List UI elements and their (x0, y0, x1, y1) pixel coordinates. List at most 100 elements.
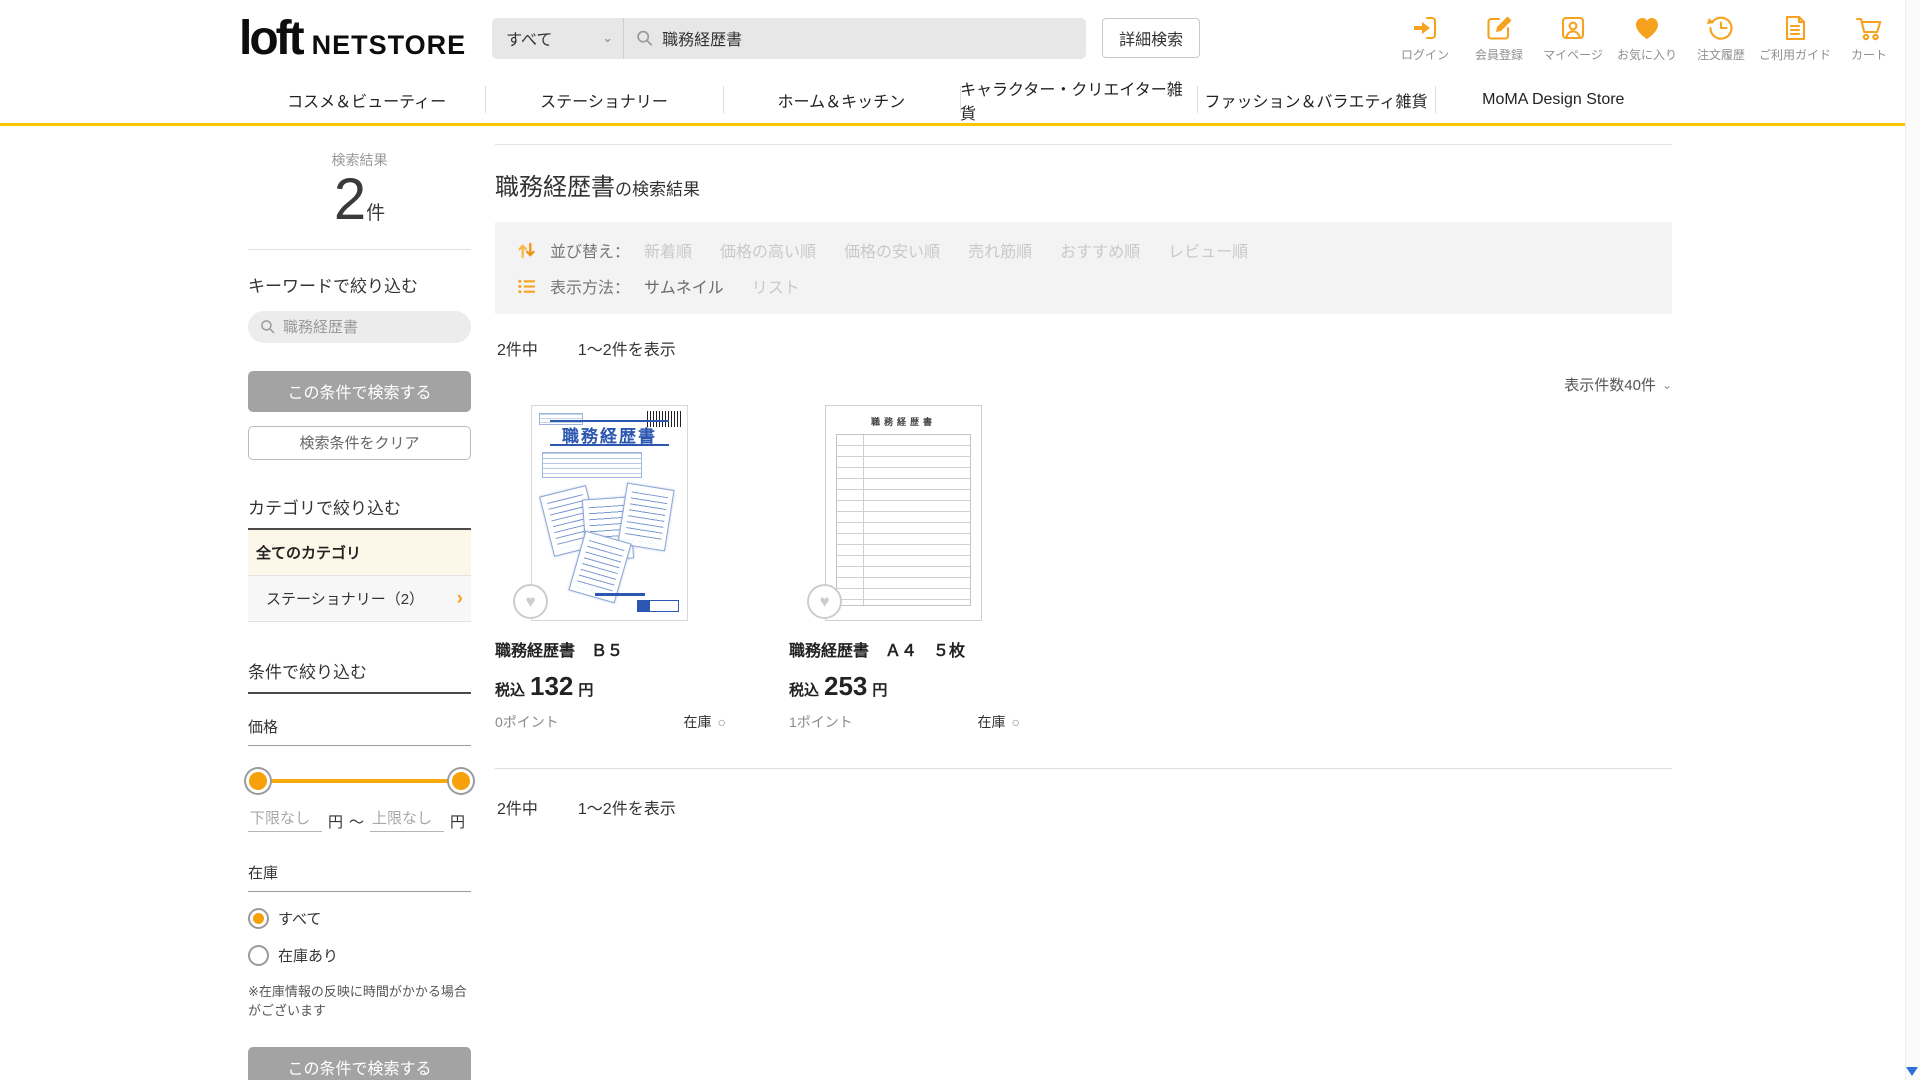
nav-cosmetics[interactable]: コスメ＆ビューティー (248, 76, 485, 123)
clear-filter-button-top[interactable]: 検索条件をクリア (248, 426, 471, 460)
result-count-unit: 件 (366, 203, 385, 224)
guide-icon (1780, 13, 1810, 43)
small-caption-line (595, 593, 645, 596)
result-count-total: 2件中 (497, 336, 538, 360)
stock-option-all[interactable]: すべて (248, 908, 471, 929)
product-meta: 0ポイント 在庫 ○ (495, 712, 726, 732)
product-card-2[interactable]: 職務経歴書 ♥ 職務経歴書 Ａ４ ５枚 税込 253 円 (789, 405, 1020, 732)
result-count-range: 1～2件を表示 (578, 795, 676, 819)
stock-status: 在庫 ○ (978, 712, 1020, 732)
chevron-right-icon: › (457, 589, 463, 608)
sort-option-newest[interactable]: 新着順 (644, 238, 692, 262)
view-option-list[interactable]: リスト (752, 274, 800, 298)
register-link[interactable]: 会員登録 (1466, 13, 1532, 63)
per-page-select[interactable]: 表示件数40件 ⌄ (1564, 374, 1672, 395)
login-link[interactable]: ログイン (1392, 13, 1458, 63)
order-history-link[interactable]: 注文履歴 (1688, 13, 1754, 63)
price-slider-handle-min[interactable] (246, 769, 270, 793)
sort-option-bestseller[interactable]: 売れ筋順 (968, 238, 1032, 262)
apply-filter-button-top[interactable]: この条件で検索する (248, 371, 471, 412)
apply-filter-button-bottom[interactable]: この条件で検索する (248, 1047, 471, 1080)
points-label: 1ポイント (789, 712, 853, 732)
advanced-search-button[interactable]: 詳細検索 (1102, 18, 1200, 58)
per-page-value: 表示件数40件 (1564, 374, 1656, 395)
register-icon (1484, 13, 1514, 43)
search-category-select[interactable]: すべて ⌄ (492, 18, 624, 59)
stock-option-instock[interactable]: 在庫あり (248, 945, 471, 966)
favorites-label: お気に入り (1617, 46, 1677, 63)
sort-option-price-high[interactable]: 価格の高い順 (720, 238, 816, 262)
category-stationery-item[interactable]: ステーショナリー（2） › (248, 576, 471, 622)
keyword-filter-input[interactable] (283, 318, 459, 335)
radio-selected-icon (248, 908, 269, 929)
sort-label: 並び替え： (550, 238, 630, 262)
price-filter-label: 価格 (248, 716, 471, 746)
search-category-value: すべて (506, 26, 552, 50)
order-history-icon (1706, 13, 1736, 43)
nav-character-goods[interactable]: キャラクター・クリエイター雑貨 (960, 76, 1197, 123)
nav-fashion-variety[interactable]: ファッション＆バラエティ雑貨 (1197, 76, 1434, 123)
nav-stationery[interactable]: ステーショナリー (485, 76, 722, 123)
page-title-keyword: 職務経歴書 (495, 174, 615, 201)
mypage-link[interactable]: マイページ (1540, 13, 1606, 63)
price-max-unit: 円 (450, 811, 465, 832)
nav-moma-design-store[interactable]: MoMA Design Store (1435, 76, 1672, 123)
sort-option-review[interactable]: レビュー順 (1168, 238, 1248, 262)
blue-rule-bottom (550, 444, 669, 446)
main-top-divider (495, 144, 1672, 145)
login-icon (1410, 13, 1440, 43)
product-title[interactable]: 職務経歴書 Ｂ５ (495, 637, 726, 661)
result-count-top: 2件中 1～2件を表示 (497, 336, 1670, 360)
order-history-label: 注文履歴 (1697, 46, 1745, 63)
browser-scrollbar[interactable] (1905, 0, 1920, 1080)
guide-link[interactable]: ご利用ガイド (1762, 13, 1828, 63)
cart-link[interactable]: カート (1836, 13, 1902, 63)
product-image-caption: 職務経歴書 (826, 415, 981, 428)
product-image-sheet-a4: 職務経歴書 (825, 405, 982, 621)
price-slider-handle-max[interactable] (449, 769, 473, 793)
category-nav: コスメ＆ビューティー ステーショナリー ホーム＆キッチン キャラクター・クリエイ… (248, 76, 1672, 123)
result-count-range: 1～2件を表示 (578, 336, 676, 360)
favorites-link[interactable]: お気に入り (1614, 13, 1680, 63)
price-max-input[interactable] (370, 808, 444, 832)
site-header: loft NETSTORE すべて ⌄ 詳細検索 (0, 0, 1920, 76)
product-image-2[interactable]: 職務経歴書 ♥ (825, 405, 982, 621)
chevron-down-icon: ⌄ (602, 30, 613, 46)
category-filter-title: カテゴリで絞り込む (248, 494, 471, 530)
stock-available-icon: ○ (1012, 714, 1020, 730)
price-slider-track (250, 779, 469, 783)
price-inputs-row: 円 ～ 円 (248, 808, 471, 832)
content-area: 検索結果 2件 キーワードで絞り込む この条件で検索する 検索条件をクリア カテ… (248, 126, 1672, 1080)
search-results-main: 職務経歴書の検索結果 並び替え： 新着順 価格の高い順 価格の安い順 売れ筋順 … (495, 144, 1672, 1080)
sort-option-price-low[interactable]: 価格の安い順 (844, 238, 940, 262)
price-range-slider (250, 768, 469, 794)
publisher-logo (637, 600, 679, 612)
stock-available-icon: ○ (718, 714, 726, 730)
logo-netstore-text: NETSTORE (312, 30, 467, 61)
product-title[interactable]: 職務経歴書 Ａ４ ５枚 (789, 637, 1020, 661)
product-price: 税込 253 円 (789, 671, 1020, 702)
radio-unselected-icon (248, 945, 269, 966)
view-option-thumbnail[interactable]: サムネイル (644, 274, 724, 298)
scrollbar-down-icon[interactable] (1906, 1067, 1918, 1076)
logo-loft-text: loft (239, 11, 302, 66)
stock-status: 在庫 ○ (684, 712, 726, 732)
favorite-toggle-heart-icon[interactable]: ♥ (513, 584, 548, 619)
favorite-toggle-heart-icon[interactable]: ♥ (807, 584, 842, 619)
login-label: ログイン (1401, 46, 1449, 63)
sort-option-recommended[interactable]: おすすめ順 (1060, 238, 1140, 262)
price-number: 132 (530, 671, 573, 702)
search-input[interactable] (662, 29, 1074, 47)
form-table (836, 434, 971, 606)
category-all-item[interactable]: 全てのカテゴリ (248, 530, 471, 576)
loft-netstore-page: loft NETSTORE すべて ⌄ 詳細検索 (0, 0, 1920, 1080)
product-card-1[interactable]: 職務経歴書 ♥ 職務経歴書 Ｂ５ (495, 405, 726, 732)
price-number: 253 (824, 671, 867, 702)
loft-logo[interactable]: loft NETSTORE (239, 11, 466, 66)
price-min-input[interactable] (248, 808, 322, 832)
nav-home-kitchen[interactable]: ホーム＆キッチン (723, 76, 960, 123)
product-image-1[interactable]: 職務経歴書 ♥ (531, 405, 688, 621)
mypage-icon (1558, 13, 1588, 43)
sidebar-divider (248, 249, 471, 250)
currency-label: 円 (872, 679, 887, 700)
